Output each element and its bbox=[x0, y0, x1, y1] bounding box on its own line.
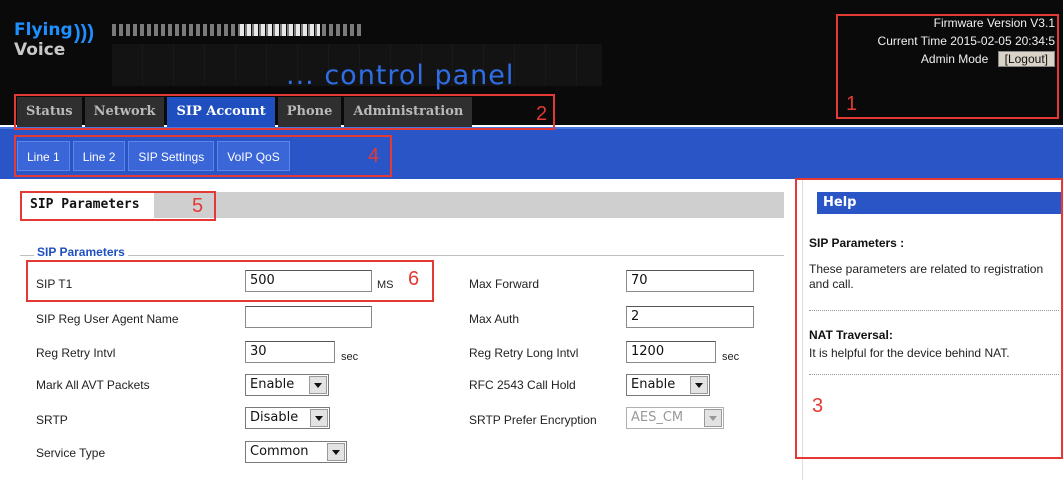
callout-box-3 bbox=[795, 178, 1063, 459]
callout-box-4 bbox=[14, 135, 392, 177]
srtp-select[interactable]: Disable bbox=[245, 407, 330, 429]
reg-retry-input[interactable]: 30 bbox=[245, 341, 335, 363]
wave-icon: ))) bbox=[74, 22, 94, 44]
dropdown-arrow-icon bbox=[690, 376, 708, 394]
callout-box-2 bbox=[14, 94, 555, 130]
mark-avt-label: Mark All AVT Packets bbox=[36, 378, 150, 392]
reg-retry-long-label: Reg Retry Long Intvl bbox=[469, 346, 579, 360]
decorative-bars-bright bbox=[240, 24, 320, 36]
control-panel-title: ... control panel bbox=[286, 60, 515, 91]
service-type-select[interactable]: Common bbox=[245, 441, 347, 463]
callout-number-2: 2 bbox=[536, 103, 548, 125]
max-auth-input[interactable]: 2 bbox=[626, 306, 754, 328]
mark-avt-value: Enable bbox=[250, 377, 295, 392]
service-type-label: Service Type bbox=[36, 446, 106, 460]
callout-box-1 bbox=[836, 14, 1059, 119]
reg-retry-label: Reg Retry Intvl bbox=[36, 346, 116, 360]
callout-number-5: 5 bbox=[192, 195, 204, 217]
srtp-label: SRTP bbox=[36, 413, 68, 427]
fieldset-border bbox=[20, 255, 784, 256]
srtp-encryption-select: AES_CM bbox=[626, 407, 724, 429]
callout-box-5 bbox=[20, 191, 216, 221]
max-auth-label: Max Auth bbox=[469, 312, 520, 326]
reg-retry-long-input[interactable]: 1200 bbox=[626, 341, 716, 363]
callout-number-6: 6 bbox=[408, 268, 420, 290]
decorative-bars bbox=[112, 24, 362, 36]
max-forward-input[interactable]: 70 bbox=[626, 270, 754, 292]
callout-box-6 bbox=[26, 260, 434, 302]
srtp-encryption-label: SRTP Prefer Encryption bbox=[469, 413, 597, 427]
rfc2543-label: RFC 2543 Call Hold bbox=[469, 378, 576, 392]
reg-retry-unit: sec bbox=[341, 351, 359, 363]
max-forward-label: Max Forward bbox=[469, 277, 540, 291]
srtp-value: Disable bbox=[250, 410, 299, 425]
srtp-encryption-value: AES_CM bbox=[631, 410, 684, 425]
dropdown-arrow-icon bbox=[327, 443, 345, 461]
callout-number-1: 1 bbox=[846, 93, 858, 115]
callout-number-3: 3 bbox=[812, 395, 824, 417]
dropdown-arrow-icon bbox=[309, 376, 327, 394]
dropdown-arrow-icon bbox=[704, 409, 722, 427]
rfc2543-select[interactable]: Enable bbox=[626, 374, 710, 396]
callout-number-4: 4 bbox=[368, 145, 380, 167]
mark-avt-select[interactable]: Enable bbox=[245, 374, 329, 396]
reg-retry-long-unit: sec bbox=[722, 351, 740, 363]
fieldset-legend: SIP Parameters bbox=[34, 246, 128, 258]
reg-user-agent-label: SIP Reg User Agent Name bbox=[36, 312, 179, 326]
service-type-value: Common bbox=[250, 444, 309, 459]
dropdown-arrow-icon bbox=[310, 409, 328, 427]
reg-user-agent-input[interactable] bbox=[245, 306, 372, 328]
rfc2543-value: Enable bbox=[631, 377, 676, 392]
flying-voice-logo: Flying Voice ))) bbox=[14, 20, 104, 100]
